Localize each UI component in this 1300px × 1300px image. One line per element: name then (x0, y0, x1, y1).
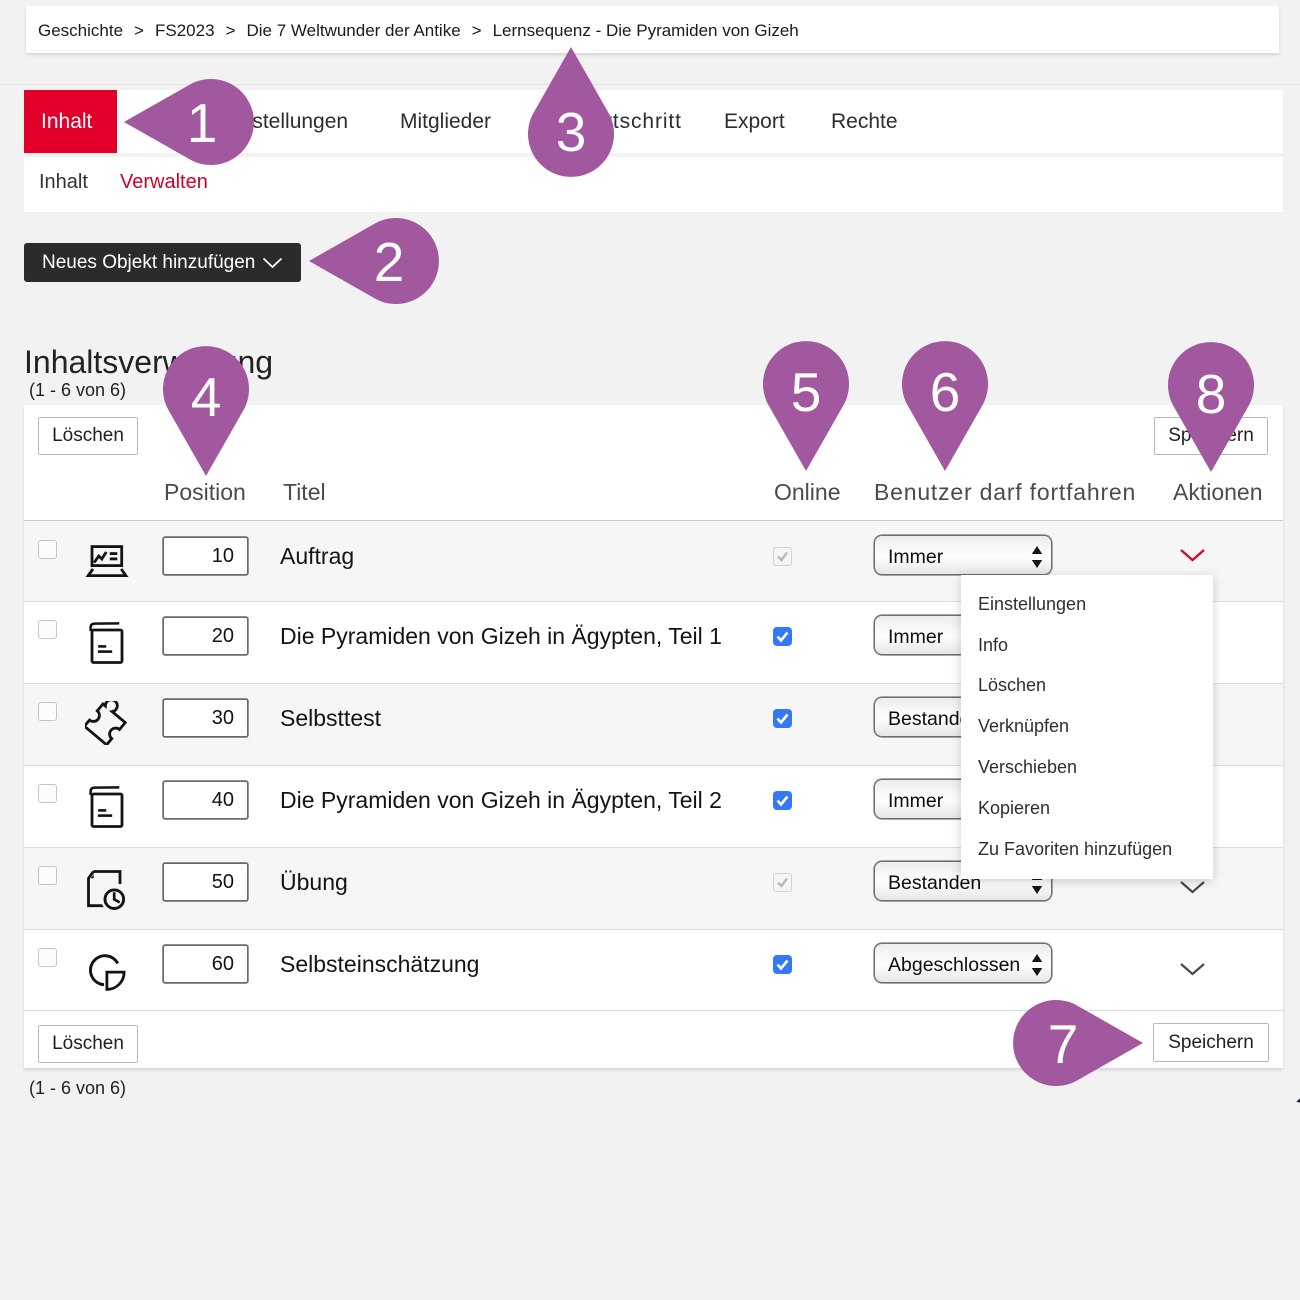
svg-text:5: 5 (791, 361, 822, 423)
svg-text:8: 8 (1196, 363, 1227, 425)
svg-text:3: 3 (556, 101, 587, 163)
svg-text:6: 6 (930, 361, 961, 423)
svg-text:1: 1 (187, 92, 218, 154)
svg-text:2: 2 (374, 231, 405, 293)
svg-text:7: 7 (1048, 1013, 1079, 1075)
svg-text:4: 4 (191, 366, 222, 428)
